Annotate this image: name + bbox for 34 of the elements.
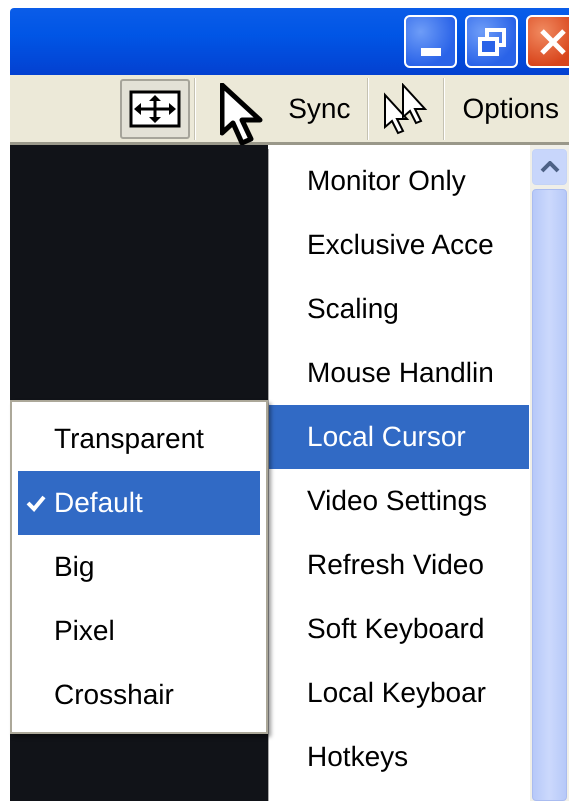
close-button[interactable] — [526, 15, 569, 68]
menu-item[interactable]: Local Keyboar — [269, 661, 529, 725]
scrollbar-thumb[interactable] — [532, 189, 567, 801]
submenu-item[interactable]: Transparent — [18, 407, 260, 471]
menu-item[interactable]: Hotkeys — [269, 725, 529, 789]
menu-item[interactable]: Video Settings — [269, 469, 529, 533]
menu-item[interactable]: Refresh Video — [269, 533, 529, 597]
submenu-item-label: Pixel — [54, 615, 115, 647]
four-arrows-icon — [128, 88, 182, 128]
restore-icon — [476, 26, 506, 56]
menu-item[interactable]: Local Cursor — [269, 405, 529, 469]
minimize-icon — [420, 48, 440, 56]
submenu-item-label: Big — [54, 551, 94, 583]
two-cursors-icon — [382, 82, 428, 134]
sync-button[interactable]: Sync — [196, 78, 366, 140]
menu-item[interactable]: Exclusive Acce — [269, 213, 529, 277]
up-chevron-icon — [540, 161, 560, 173]
submenu-item-label: Transparent — [54, 423, 204, 455]
fit-screen-button[interactable] — [120, 78, 190, 138]
menu-item[interactable]: Mouse Handlin — [269, 341, 529, 405]
submenu-item[interactable]: Default — [18, 471, 260, 535]
submenu-item[interactable]: Pixel — [18, 599, 260, 663]
menu-item[interactable]: Monitor Only — [269, 149, 529, 213]
restore-button[interactable] — [465, 15, 518, 68]
submenu-item-label: Default — [54, 487, 143, 519]
minimize-button[interactable] — [404, 15, 457, 68]
close-icon — [538, 28, 566, 56]
menu-item[interactable]: Soft Keyboard — [269, 597, 529, 661]
scroll-up-button[interactable] — [532, 149, 567, 185]
submenu-item[interactable]: Big — [18, 535, 260, 599]
options-menu-button[interactable]: Options — [444, 78, 569, 140]
menu-item[interactable]: Scaling — [269, 277, 529, 341]
submenu-item-label: Crosshair — [54, 679, 174, 711]
submenu-item[interactable]: Crosshair — [18, 663, 260, 727]
